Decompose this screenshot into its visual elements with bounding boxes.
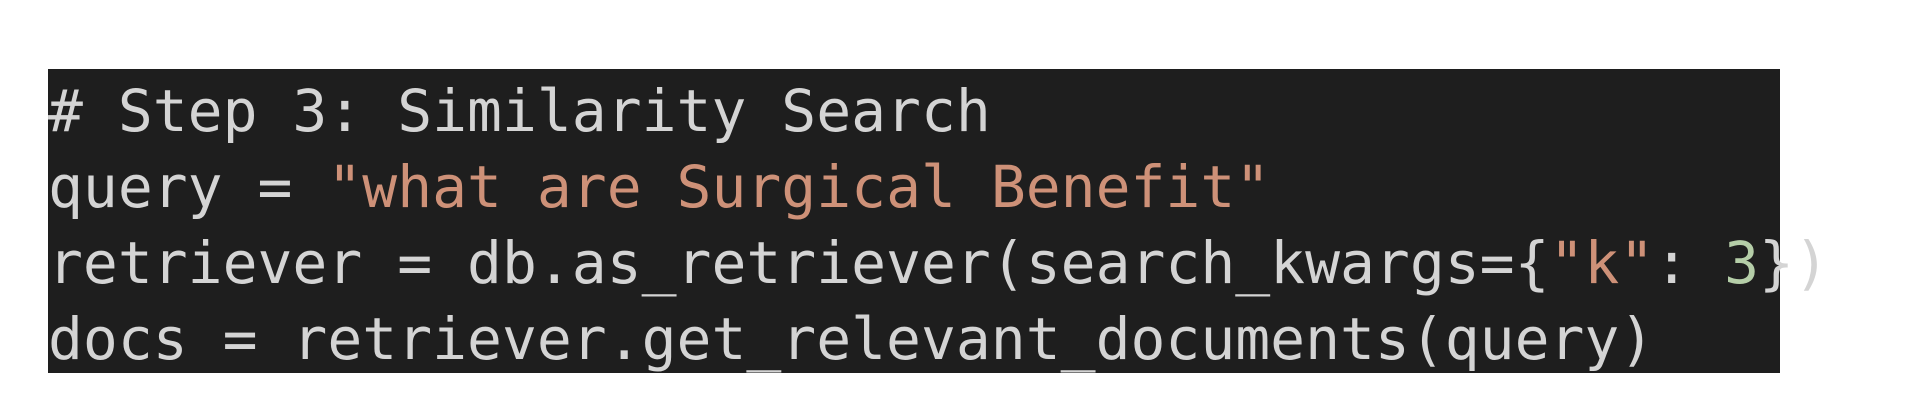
code-line-retriever: retriever = db.as_retriever(search_kwarg…: [48, 225, 1829, 301]
code-line-comment: # Step 3: Similarity Search: [48, 73, 1780, 149]
comment-text: # Step 3: Similarity Search: [48, 77, 991, 145]
kwarg-key-string: "k": [1549, 229, 1655, 297]
query-assignment: query =: [48, 153, 328, 221]
docs-assignment: docs = retriever.get_relevant_documents(…: [48, 305, 1655, 373]
code-block: # Step 3: Similarity Search query = "wha…: [48, 69, 1829, 373]
query-string: "what are Surgical Benefit": [327, 153, 1271, 221]
kwarg-colon: :: [1654, 229, 1725, 297]
code-line-query: query = "what are Surgical Benefit": [48, 149, 1780, 225]
kwarg-number: 3: [1724, 229, 1760, 297]
retriever-call-end: }): [1759, 229, 1829, 297]
code-line-docs: docs = retriever.get_relevant_documents(…: [48, 301, 1780, 377]
retriever-call: retriever = db.as_retriever(search_kwarg…: [48, 229, 1550, 297]
